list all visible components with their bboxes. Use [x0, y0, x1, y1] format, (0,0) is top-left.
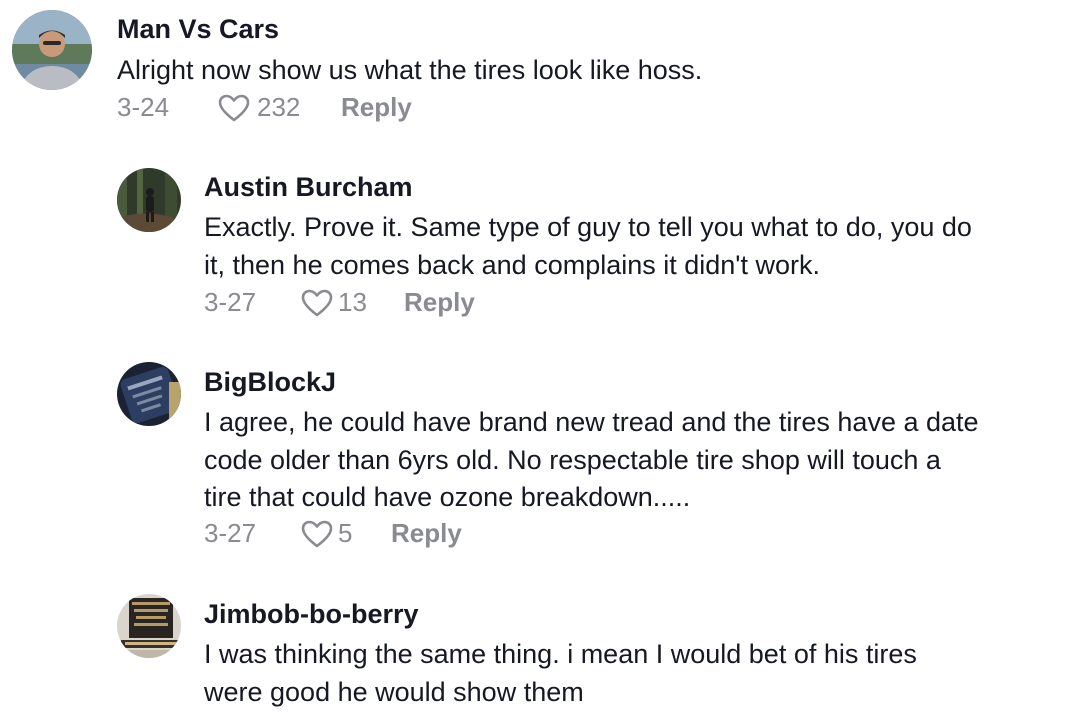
comment-text-line: code older than 6yrs old. No respectable… — [204, 444, 941, 475]
like-button[interactable]: 5 — [300, 518, 391, 549]
comment-text-line: I was thinking the same thing. i mean I … — [204, 639, 917, 669]
comment-text-line: it, then he comes back and complains it … — [204, 249, 820, 280]
avatar[interactable] — [117, 168, 181, 232]
avatar-photo-bake-shop-icon — [117, 594, 181, 658]
avatar[interactable] — [117, 362, 181, 426]
comment-meta: 3-24 232 Reply — [117, 92, 412, 123]
comment-date: 3-27 — [204, 287, 257, 317]
avatar-photo-forest-icon — [117, 168, 181, 232]
comment-text: I was thinking the same thing. i mean I … — [204, 636, 917, 711]
comment-date: 3-24 — [117, 92, 170, 122]
comment-text-line: Exactly. Prove it. Same type of guy to t… — [204, 212, 972, 242]
like-count: 232 — [257, 92, 301, 122]
comment-text-line: I agree, he could have brand new tread a… — [204, 407, 979, 437]
reply-button[interactable]: Reply — [404, 287, 475, 318]
avatar-photo-badge-icon — [117, 362, 181, 426]
comment-text: I agree, he could have brand new tread a… — [204, 404, 979, 517]
comment-username[interactable]: Jimbob-bo-berry — [204, 599, 419, 630]
heart-icon[interactable] — [300, 519, 334, 549]
comment-text: Exactly. Prove it. Same type of guy to t… — [204, 209, 972, 284]
comment-meta: 3-27 5 Reply — [204, 518, 462, 549]
like-button[interactable]: 13 — [300, 287, 404, 318]
reply-button[interactable]: Reply — [391, 518, 462, 549]
heart-icon[interactable] — [300, 288, 334, 318]
reply-button[interactable]: Reply — [341, 92, 412, 123]
avatar-photo-man-icon — [12, 10, 92, 90]
comment-text-line: Alright now show us what the tires look … — [117, 55, 703, 85]
comment-text-line: tire that could have ozone breakdown....… — [204, 482, 691, 512]
like-count: 13 — [338, 287, 367, 317]
comment-username[interactable]: Austin Burcham — [204, 172, 413, 203]
comment-username[interactable]: Man Vs Cars — [117, 14, 279, 45]
like-count: 5 — [338, 518, 353, 548]
like-button[interactable]: 232 — [217, 92, 341, 123]
comments-list: Man Vs Cars Alright now show us what the… — [0, 0, 1078, 712]
comment-meta: 3-27 13 Reply — [204, 287, 475, 318]
comment-date: 3-27 — [204, 518, 257, 548]
avatar[interactable] — [12, 10, 92, 90]
comment-username[interactable]: BigBlockJ — [204, 367, 336, 398]
heart-icon[interactable] — [217, 93, 251, 123]
comment-text-line: were good he would show them — [204, 676, 584, 707]
comment-text: Alright now show us what the tires look … — [117, 52, 702, 90]
avatar[interactable] — [117, 594, 181, 658]
